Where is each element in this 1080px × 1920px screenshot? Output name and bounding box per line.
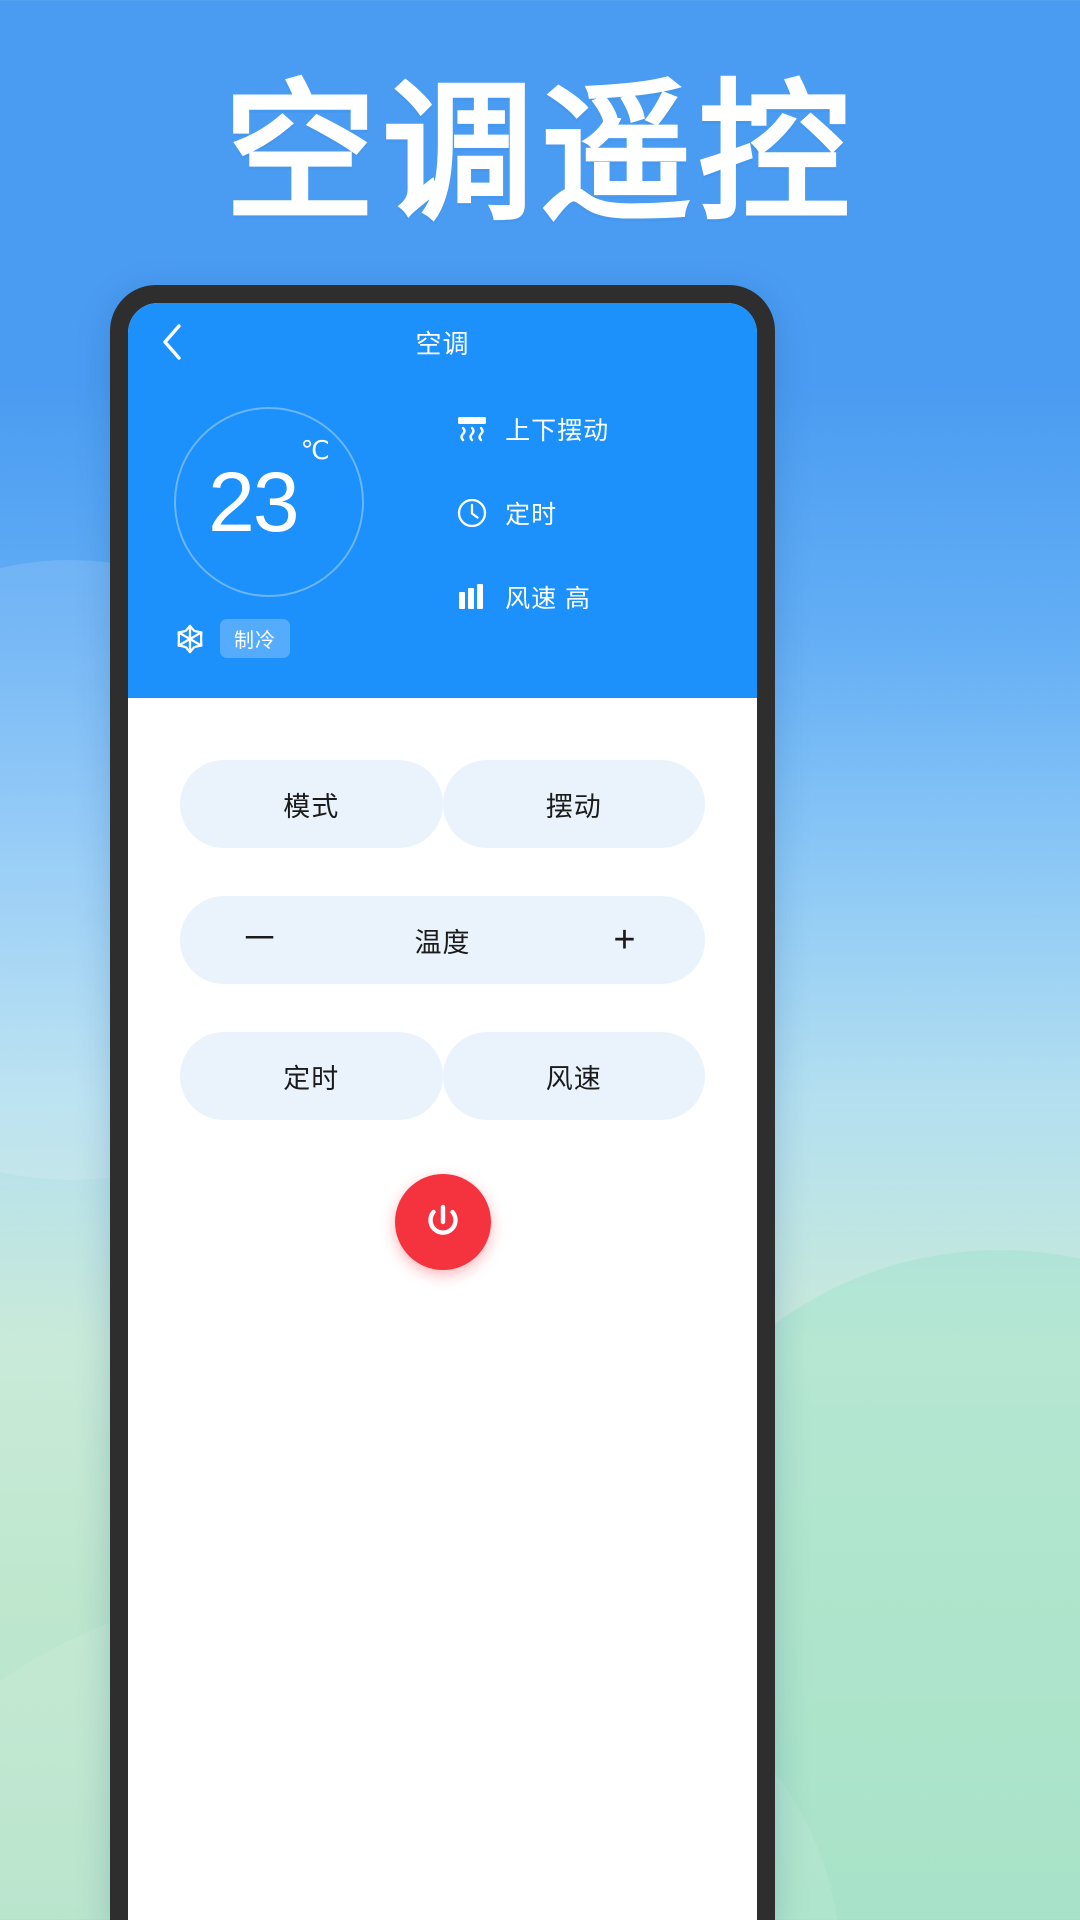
phone-mockup: 空调 23 ℃ 制冷 上下摆动 定时 风速 高 模式 摆动 一 温度 + 定时 …	[110, 285, 775, 1920]
temperature-value: 23	[208, 455, 299, 549]
timer-button-label: 定时	[283, 1063, 340, 1094]
status-item-timer[interactable]: 定时	[455, 495, 757, 531]
page-title: 空调	[415, 328, 470, 359]
control-row-temperature: 一 温度 +	[180, 896, 705, 984]
temperature-stepper-label: 温度	[414, 927, 471, 958]
fanspeed-button[interactable]: 风速	[442, 1032, 705, 1120]
temperature-decrease-button[interactable]: 一	[238, 925, 282, 955]
mode-button-label: 模式	[283, 791, 340, 822]
snowflake-icon	[174, 623, 206, 655]
status-left-column: 23 ℃ 制冷	[128, 395, 455, 698]
swing-button-label: 摆动	[545, 791, 602, 822]
control-row-3: 定时 风速	[180, 1032, 705, 1120]
fanspeed-button-label: 风速	[545, 1063, 602, 1094]
status-item-fanspeed[interactable]: 风速 高	[455, 579, 757, 615]
hero-title: 空调遥控	[224, 65, 856, 242]
mode-badge: 制冷	[220, 619, 290, 658]
timer-button[interactable]: 定时	[180, 1032, 443, 1120]
control-row-1: 模式 摆动	[180, 760, 705, 848]
status-body: 23 ℃ 制冷 上下摆动 定时 风速 高	[128, 381, 757, 698]
back-button[interactable]	[146, 316, 198, 368]
power-icon	[420, 1199, 466, 1245]
temperature-dial[interactable]: 23 ℃	[174, 407, 364, 597]
fan-speed-icon	[455, 580, 489, 614]
clock-icon	[455, 496, 489, 530]
status-item-swing-label: 上下摆动	[505, 417, 610, 445]
power-button-wrap	[180, 1174, 705, 1270]
app-header: 空调 23 ℃ 制冷 上下摆动 定时 风速 高	[128, 303, 757, 698]
phone-screen: 空调 23 ℃ 制冷 上下摆动 定时 风速 高 模式 摆动 一 温度 + 定时 …	[128, 303, 757, 1920]
mode-button[interactable]: 模式	[180, 760, 443, 848]
temperature-stepper[interactable]: 一 温度 +	[180, 896, 705, 984]
control-panel: 模式 摆动 一 温度 + 定时 风速	[128, 698, 757, 1270]
chevron-left-icon	[159, 322, 185, 362]
status-item-fanspeed-label: 风速 高	[505, 585, 592, 613]
swing-button[interactable]: 摆动	[442, 760, 705, 848]
mode-row[interactable]: 制冷	[174, 619, 290, 658]
status-item-timer-label: 定时	[505, 501, 558, 529]
navbar: 空调	[128, 303, 757, 381]
status-right-column: 上下摆动 定时 风速 高	[455, 395, 757, 698]
power-button[interactable]	[394, 1174, 491, 1270]
temperature-increase-button[interactable]: +	[603, 921, 647, 959]
temperature-unit: ℃	[300, 435, 330, 465]
status-item-swing[interactable]: 上下摆动	[455, 411, 757, 447]
air-swing-icon	[455, 412, 489, 446]
